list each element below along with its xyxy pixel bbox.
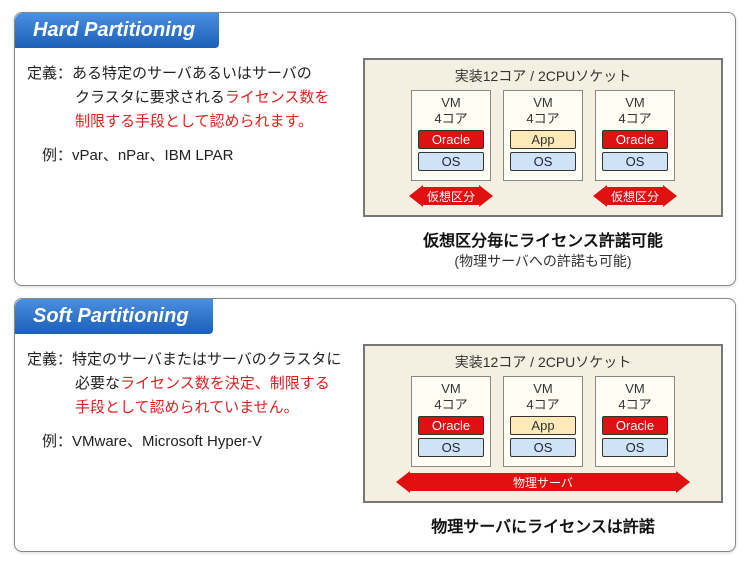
hard-caption: 仮想区分毎にライセンス許諾可能 (物理サーバへの許諾も可能): [363, 227, 723, 271]
vm-label: VM4コア: [600, 95, 670, 126]
vm-label: VM4コア: [508, 381, 578, 412]
soft-body: 定義：特定のサーバまたはサーバのクラスタに 必要なライセンス数を決定、制限する …: [27, 344, 723, 537]
hard-text: 定義：ある特定のサーバあるいはサーバの クラスタに要求されるライセンス数を 制限…: [27, 58, 347, 168]
soft-diagram: 実装12コア / 2CPUソケット VM4コア Oracle OS VM4コア …: [363, 344, 723, 537]
hard-vm-2: VM4コア App OS: [503, 90, 583, 181]
physical-server-arrow: 物理サーバ: [398, 471, 688, 493]
soft-arrow-wrap: 物理サーバ: [375, 467, 711, 493]
hard-def-line2a: クラスタに要求される: [75, 89, 225, 106]
soft-vm-1: VM4コア Oracle OS: [411, 376, 491, 467]
os-box: OS: [602, 152, 668, 171]
soft-vms: VM4コア Oracle OS VM4コア App OS VM4コア Oracl…: [375, 376, 711, 467]
hard-vm-3: VM4コア Oracle OS: [595, 90, 675, 181]
oracle-box: Oracle: [602, 416, 668, 435]
vm-label: VM4コア: [600, 381, 670, 412]
app-box: App: [510, 416, 576, 435]
os-box: OS: [418, 438, 484, 457]
soft-partitioning-panel: Soft Partitioning 定義：特定のサーバまたはサーバのクラスタに …: [14, 298, 736, 552]
soft-def-line2a: 必要な: [75, 375, 120, 392]
hard-vm-1: VM4コア Oracle OS: [411, 90, 491, 181]
soft-def-line3: 手段として認められていません。: [75, 399, 299, 416]
vm-label: VM4コア: [508, 95, 578, 126]
partition-arrow-1: 仮想区分: [411, 185, 491, 207]
os-box: OS: [602, 438, 668, 457]
vm-label: VM4コア: [416, 381, 486, 412]
hard-server-box: 実装12コア / 2CPUソケット VM4コア Oracle OS VM4コア …: [363, 58, 723, 217]
soft-server-title: 実装12コア / 2CPUソケット: [375, 352, 711, 372]
hard-example: 例：vPar、nPar、IBM LPAR: [27, 144, 347, 168]
app-box: App: [510, 130, 576, 149]
soft-def-line2b: ライセンス数を決定、制限する: [120, 375, 330, 392]
hard-caption-main: 仮想区分毎にライセンス許諾可能: [423, 233, 663, 250]
soft-example: 例：VMware、Microsoft Hyper-V: [27, 430, 347, 454]
soft-title: Soft Partitioning: [15, 299, 213, 334]
soft-def-line1: 定義：特定のサーバまたはサーバのクラスタに: [27, 351, 341, 368]
soft-caption-main: 物理サーバにライセンスは許諾: [431, 519, 655, 536]
os-box: OS: [510, 152, 576, 171]
hard-def-line1: 定義：ある特定のサーバあるいはサーバの: [27, 65, 312, 82]
soft-server-box: 実装12コア / 2CPUソケット VM4コア Oracle OS VM4コア …: [363, 344, 723, 503]
hard-vms: VM4コア Oracle OS VM4コア App OS VM4コア Oracl…: [375, 90, 711, 181]
hard-def-line3: 制限する手段として認められます。: [75, 113, 313, 130]
hard-def-line2b: ライセンス数を: [225, 89, 330, 106]
os-box: OS: [510, 438, 576, 457]
vm-label: VM4コア: [416, 95, 486, 126]
partition-arrow-2: 仮想区分: [595, 185, 675, 207]
soft-definition: 定義：特定のサーバまたはサーバのクラスタに 必要なライセンス数を決定、制限する …: [27, 348, 347, 420]
soft-vm-3: VM4コア Oracle OS: [595, 376, 675, 467]
oracle-box: Oracle: [602, 130, 668, 149]
hard-body: 定義：ある特定のサーバあるいはサーバの クラスタに要求されるライセンス数を 制限…: [27, 58, 723, 271]
os-box: OS: [418, 152, 484, 171]
oracle-box: Oracle: [418, 130, 484, 149]
soft-vm-2: VM4コア App OS: [503, 376, 583, 467]
hard-server-title: 実装12コア / 2CPUソケット: [375, 66, 711, 86]
hard-title: Hard Partitioning: [15, 13, 219, 48]
hard-partitioning-panel: Hard Partitioning 定義：ある特定のサーバあるいはサーバの クラ…: [14, 12, 736, 286]
soft-text: 定義：特定のサーバまたはサーバのクラスタに 必要なライセンス数を決定、制限する …: [27, 344, 347, 454]
hard-definition: 定義：ある特定のサーバあるいはサーバの クラスタに要求されるライセンス数を 制限…: [27, 62, 347, 134]
hard-arrows: 仮想区分 仮想区分: [375, 185, 711, 207]
soft-caption: 物理サーバにライセンスは許諾: [363, 513, 723, 537]
hard-diagram: 実装12コア / 2CPUソケット VM4コア Oracle OS VM4コア …: [363, 58, 723, 271]
arrow-spacer: [503, 185, 583, 207]
hard-caption-sub: (物理サーバへの許諾も可能): [363, 251, 723, 271]
oracle-box: Oracle: [418, 416, 484, 435]
